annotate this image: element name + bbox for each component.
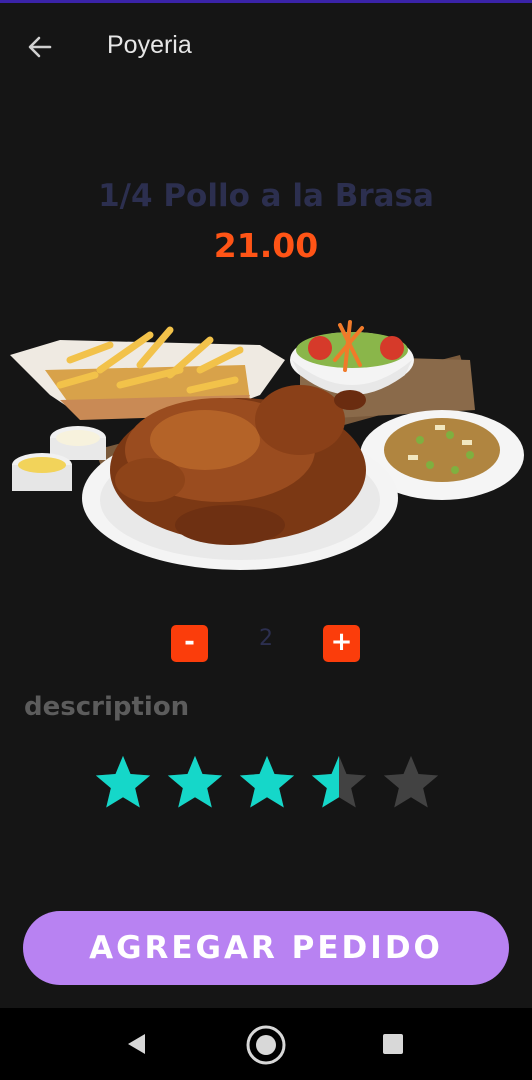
circle-home-icon[interactable] [245, 1024, 287, 1066]
increase-quantity-button[interactable]: + [323, 625, 360, 662]
star-rating[interactable] [92, 752, 452, 820]
star-3-icon[interactable] [236, 752, 298, 814]
quantity-value: 2 [259, 626, 273, 651]
square-recents-icon[interactable] [382, 1033, 404, 1055]
back-button[interactable] [20, 27, 60, 67]
star-4-icon[interactable] [308, 752, 370, 814]
description-label: description [24, 692, 190, 722]
product-price: 21.00 [213, 226, 319, 265]
star-2-icon[interactable] [164, 752, 226, 814]
product-image [10, 320, 524, 570]
system-nav-bar [0, 1008, 532, 1080]
page-title: Poyeria [107, 31, 192, 59]
add-order-button[interactable]: AGREGAR PEDIDO [23, 911, 509, 985]
star-5-icon[interactable] [380, 752, 442, 814]
star-1-icon[interactable] [92, 752, 154, 814]
app-bar: Poyeria [0, 3, 532, 87]
product-name: 1/4 Pollo a la Brasa [98, 178, 434, 214]
arrow-left-icon [28, 36, 52, 58]
triangle-back-icon[interactable] [125, 1032, 149, 1056]
decrease-quantity-button[interactable]: - [171, 625, 208, 662]
product-detail-screen: Poyeria 1/4 Pollo a la Brasa 21.00 - 2 +… [0, 0, 532, 1080]
